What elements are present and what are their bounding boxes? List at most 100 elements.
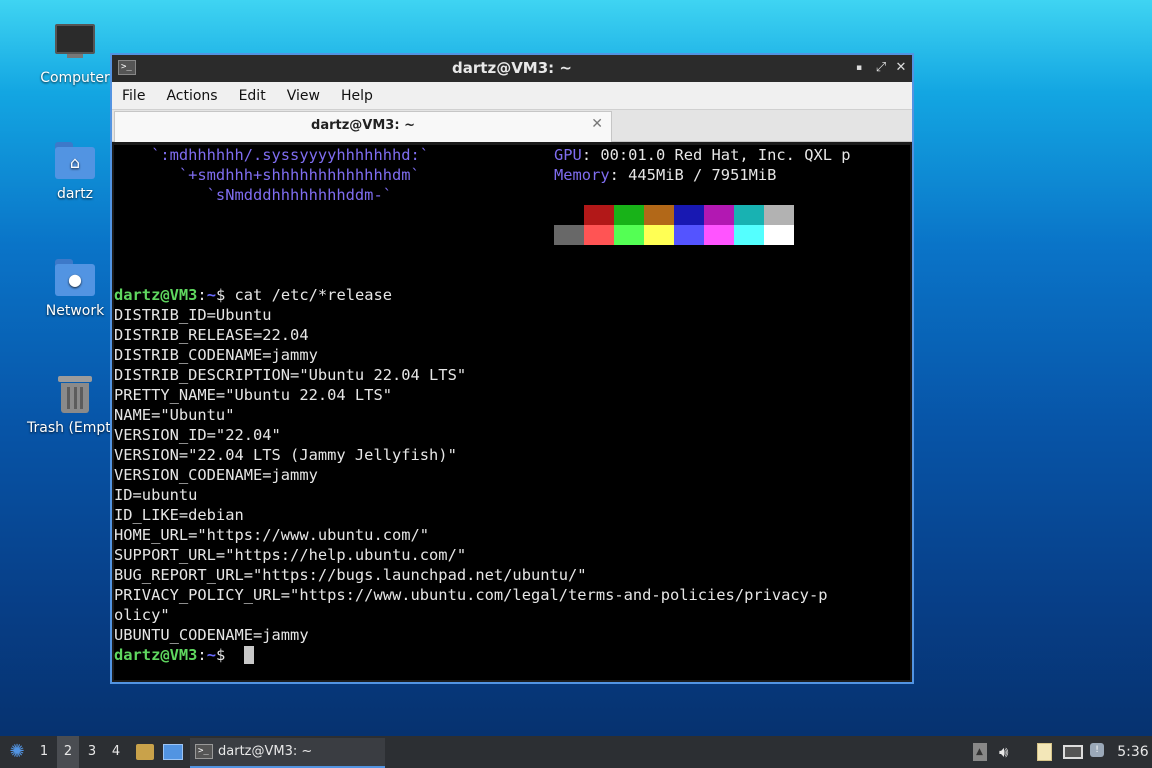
palette-swatch: [674, 225, 704, 245]
palette-swatch: [584, 225, 614, 245]
menu-actions[interactable]: Actions: [166, 88, 217, 104]
output-line: DISTRIB_RELEASE=22.04: [114, 326, 309, 344]
workspace-2[interactable]: 2: [57, 736, 79, 768]
computer-icon: [51, 20, 99, 68]
desktop-icon-label: Trash (Empty): [27, 420, 125, 436]
notification-icon[interactable]: !: [1089, 743, 1105, 761]
palette-swatch: [644, 205, 674, 225]
prompt-line: dartz@VM3:~$: [114, 645, 225, 665]
sysinfo-label: Memory: [554, 166, 610, 184]
tab-bar: dartz@VM3: ~ ✕: [112, 110, 912, 142]
prompt-line: dartz@VM3:~$ cat /etc/*release: [114, 285, 392, 305]
sysinfo-gpu: GPU: 00:01.0 Red Hat, Inc. QXL p: [554, 145, 851, 165]
output-line: VERSION_ID="22.04": [114, 426, 281, 444]
network-folder-icon: ●: [51, 253, 99, 301]
output-line: VERSION_CODENAME=jammy: [114, 466, 318, 484]
prompt-symbol: $: [215, 646, 226, 664]
ascii-art-line: `:mdhhhhhh/.syssyyyyhhhhhhhd:`: [114, 146, 430, 164]
sysinfo-value: : 00:01.0 Red Hat, Inc. QXL p: [581, 146, 851, 164]
output-line: olicy": [114, 606, 170, 624]
desktop-icon-trash[interactable]: Trash (Empty): [27, 370, 125, 436]
sysinfo-label: GPU: [554, 146, 582, 164]
text-cursor: [244, 646, 254, 664]
output-line: UBUNTU_CODENAME=jammy: [114, 626, 309, 644]
window-titlebar[interactable]: >_ dartz@VM3: ~ ▪ ⤢ ✕: [112, 55, 912, 82]
desktop-icon-label: dartz: [56, 186, 94, 202]
palette-swatch: [764, 225, 794, 245]
palette-swatch: [614, 225, 644, 245]
prompt-user: dartz@VM3: [114, 286, 198, 304]
output-line: DISTRIB_ID=Ubuntu: [114, 306, 272, 324]
output-line: SUPPORT_URL="https://help.ubuntu.com/": [114, 546, 467, 564]
show-desktop-icon[interactable]: [161, 736, 185, 768]
output-line: ID_LIKE=debian: [114, 506, 244, 524]
palette-swatch: [674, 205, 704, 225]
tab-label: dartz@VM3: ~: [311, 118, 415, 133]
workspace-1[interactable]: 1: [33, 736, 55, 768]
desktop-icon-label: Network: [45, 303, 105, 319]
tab-close-icon[interactable]: ✕: [591, 116, 603, 132]
file-manager-launcher-icon[interactable]: [134, 736, 156, 768]
desktop-icon-home[interactable]: ⌂ dartz: [27, 136, 123, 202]
taskbar-item-label: dartz@VM3: ~: [218, 744, 313, 759]
workspace-3[interactable]: 3: [81, 736, 103, 768]
eject-icon[interactable]: ▲: [972, 743, 988, 761]
output-line: BUG_REPORT_URL="https://bugs.launchpad.n…: [114, 566, 587, 584]
desktop-icon-network[interactable]: ● Network: [27, 253, 123, 319]
palette-swatch: [704, 205, 734, 225]
output-line: NAME="Ubuntu": [114, 406, 235, 424]
palette-swatch: [554, 225, 584, 245]
palette-swatch: [614, 205, 644, 225]
terminal-window: >_ dartz@VM3: ~ ▪ ⤢ ✕ File Actions Edit …: [110, 53, 914, 684]
output-line: PRETTY_NAME="Ubuntu 22.04 LTS": [114, 386, 392, 404]
desktop-icon-label: Computer: [40, 70, 110, 86]
palette-swatch: [554, 205, 584, 225]
ascii-art-line: `+smdhhh+shhhhhhhhhhhhhdm`: [114, 166, 420, 184]
clipboard-icon[interactable]: [1036, 743, 1054, 761]
menu-help[interactable]: Help: [341, 88, 373, 104]
prompt-separator: :: [197, 286, 207, 304]
sysinfo-memory: Memory: 445MiB / 7951MiB: [554, 165, 776, 185]
menu-edit[interactable]: Edit: [239, 88, 266, 104]
terminal-app-icon: >_: [195, 744, 213, 759]
prompt-symbol: $: [215, 286, 226, 304]
palette-swatch: [644, 225, 674, 245]
output-line: ID=ubuntu: [114, 486, 198, 504]
sysinfo-value: : 445MiB / 7951MiB: [609, 166, 777, 184]
trash-icon: [51, 370, 99, 418]
network-wired-icon[interactable]: [1062, 743, 1084, 761]
palette-swatch: [734, 205, 764, 225]
output-line: DISTRIB_DESCRIPTION="Ubuntu 22.04 LTS": [114, 366, 467, 384]
prompt-path: ~: [206, 646, 216, 664]
output-line: DISTRIB_CODENAME=jammy: [114, 346, 318, 364]
start-menu-button[interactable]: ✺: [4, 736, 30, 768]
tab-terminal[interactable]: dartz@VM3: ~ ✕: [114, 111, 612, 142]
menu-view[interactable]: View: [287, 88, 320, 104]
prompt-path: ~: [206, 286, 216, 304]
prompt-user: dartz@VM3: [114, 646, 198, 664]
menu-file[interactable]: File: [122, 88, 145, 104]
output-line: HOME_URL="https://www.ubuntu.com/": [114, 526, 430, 544]
minimize-button[interactable]: ▪: [850, 59, 868, 77]
window-title: dartz@VM3: ~: [452, 59, 572, 77]
output-line: VERSION="22.04 LTS (Jammy Jellyfish)": [114, 446, 457, 464]
clock[interactable]: 5:36: [1117, 736, 1149, 768]
workspace-4[interactable]: 4: [105, 736, 127, 768]
palette-swatch: [764, 205, 794, 225]
command-text: cat /etc/*release: [225, 286, 393, 304]
close-button[interactable]: ✕: [892, 59, 910, 77]
ascii-art-line: `sNmdddhhhhhhhhddm-`: [114, 186, 392, 204]
palette-swatch: [704, 225, 734, 245]
taskbar: ✺ 1 2 3 4 >_ dartz@VM3: ~ ▲ 🔊︎ ! 5:36: [0, 736, 1152, 768]
menu-bar: File Actions Edit View Help: [112, 82, 912, 110]
maximize-button[interactable]: ⤢: [872, 59, 890, 77]
output-line: PRIVACY_POLICY_URL="https://www.ubuntu.c…: [114, 586, 828, 604]
palette-swatch: [584, 205, 614, 225]
volume-icon[interactable]: 🔊︎: [999, 743, 1021, 761]
terminal-output[interactable]: `:mdhhhhhh/.syssyyyyhhhhhhhd:` `+smdhhh+…: [114, 145, 910, 680]
palette-swatch: [734, 225, 764, 245]
taskbar-item-terminal[interactable]: >_ dartz@VM3: ~: [190, 738, 385, 768]
desktop-icon-computer[interactable]: Computer: [27, 20, 123, 86]
prompt-separator: :: [197, 646, 207, 664]
home-folder-icon: ⌂: [51, 136, 99, 184]
